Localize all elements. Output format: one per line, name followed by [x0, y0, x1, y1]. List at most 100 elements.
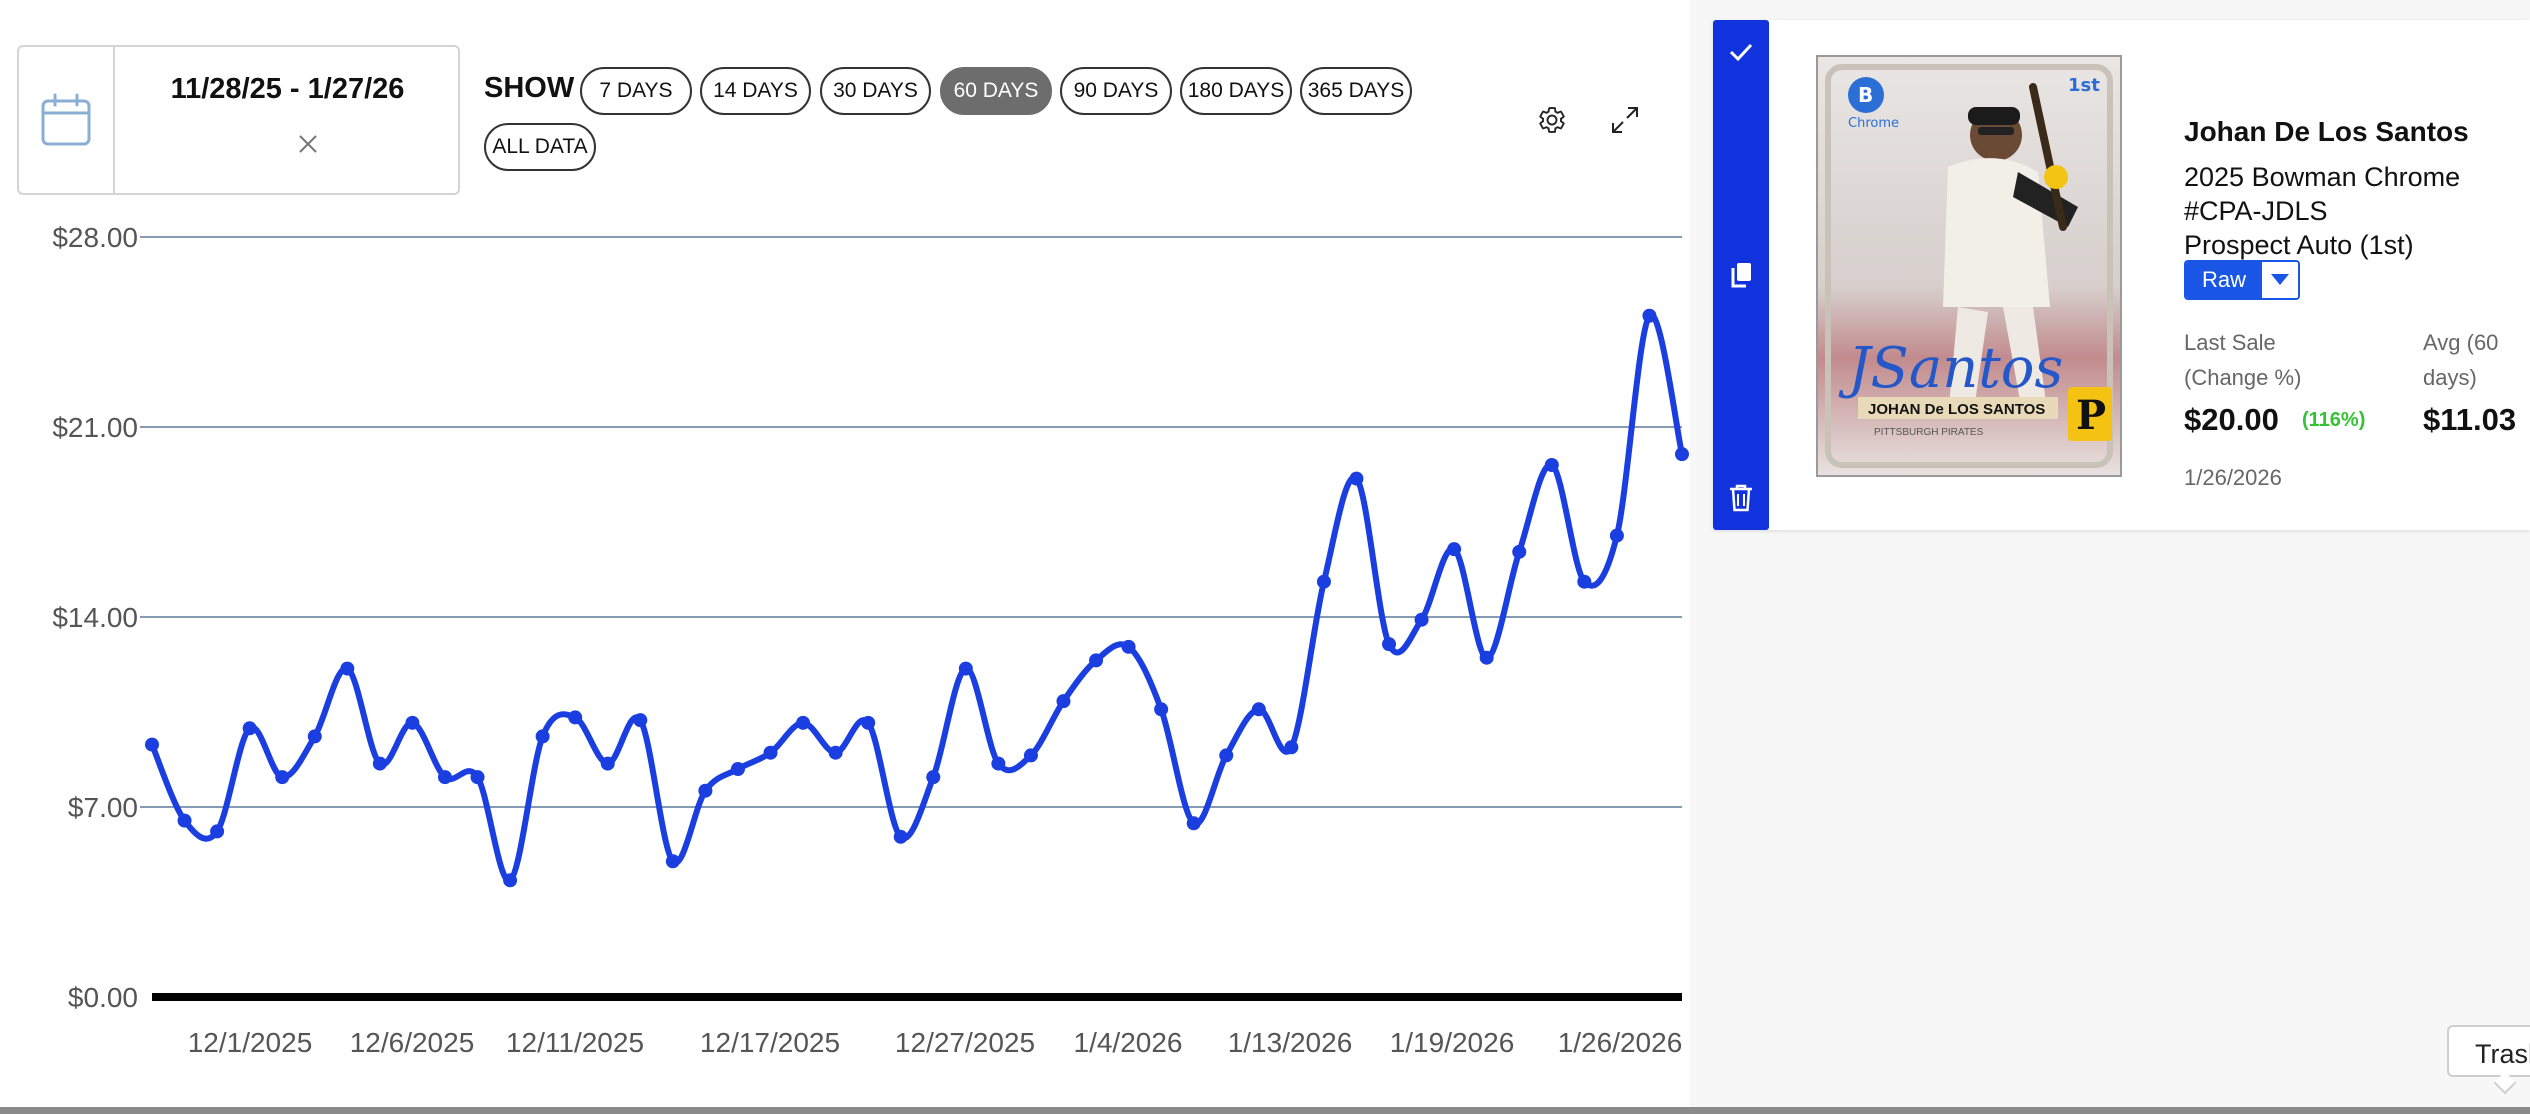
data-point[interactable]	[633, 713, 648, 728]
card-signature-text: JSantos	[1838, 336, 2063, 401]
data-point[interactable]	[1089, 653, 1104, 668]
data-point[interactable]	[796, 715, 811, 730]
condition-label[interactable]: Raw	[2186, 262, 2262, 298]
data-point[interactable]	[470, 770, 485, 785]
copy-icon[interactable]	[1721, 255, 1761, 295]
range-30-days-button[interactable]: 30 DAYS	[820, 67, 931, 115]
data-point[interactable]	[763, 745, 778, 760]
close-icon[interactable]	[291, 127, 325, 161]
x-tick-label: 12/11/2025	[506, 1027, 644, 1058]
range-all-data-button[interactable]: ALL DATA	[484, 123, 596, 171]
data-point[interactable]	[210, 824, 225, 839]
data-point[interactable]	[568, 710, 583, 725]
data-point[interactable]	[1251, 702, 1266, 717]
data-point[interactable]	[242, 721, 257, 736]
card-set-line1: 2025 Bowman Chrome	[2184, 162, 2461, 192]
y-tick-label: $14.00	[52, 602, 138, 633]
data-point[interactable]	[600, 756, 615, 771]
last-sale-change: (116%)	[2302, 409, 2366, 431]
x-tick-label: 12/1/2025	[188, 1027, 313, 1058]
data-point[interactable]	[828, 745, 843, 760]
data-point[interactable]	[861, 715, 876, 730]
date-range-text[interactable]: 11/28/25 - 1/27/26	[117, 73, 458, 106]
range-90-days-button[interactable]: 90 DAYS	[1060, 67, 1172, 115]
price-history-chart: $0.00$7.00$14.00$21.00$28.00 12/1/2025 12…	[52, 222, 1689, 1058]
data-point[interactable]	[1512, 544, 1527, 559]
condition-dropdown[interactable]: Raw	[2184, 260, 2300, 300]
data-point[interactable]	[1121, 639, 1136, 654]
data-point[interactable]	[535, 729, 550, 744]
data-point[interactable]	[1382, 637, 1397, 652]
data-point[interactable]	[1316, 574, 1331, 589]
card-set-line3: Prospect Auto (1st)	[2184, 230, 2414, 260]
avg-value: $11.03	[2423, 402, 2517, 437]
data-point[interactable]	[1414, 612, 1429, 627]
data-point[interactable]	[1219, 748, 1234, 763]
bottom-bar	[0, 1107, 2530, 1114]
chart-points	[145, 308, 1689, 888]
data-point[interactable]	[1577, 574, 1592, 589]
price-line	[149, 311, 1685, 884]
card-panel: B Chrome 1st JSantos JOHAN De LOS SANTOS…	[1690, 0, 2530, 1107]
show-label: SHOW	[484, 72, 575, 104]
range-14-days-button[interactable]: 14 DAYS	[700, 67, 811, 115]
card-nameplate-text: JOHAN De LOS SANTOS	[1868, 401, 2045, 418]
data-point[interactable]	[405, 715, 420, 730]
data-point[interactable]	[437, 770, 452, 785]
data-point[interactable]	[1609, 528, 1624, 543]
data-point[interactable]	[698, 783, 713, 798]
chart-panel: 11/28/25 - 1/27/26 SHOW 7 DAYS 14 DAYS 3…	[0, 0, 1690, 1107]
data-point[interactable]	[1349, 471, 1364, 486]
data-point[interactable]	[991, 756, 1006, 771]
check-icon[interactable]	[1721, 32, 1761, 72]
data-point[interactable]	[1479, 650, 1494, 665]
data-point[interactable]	[926, 770, 941, 785]
data-point[interactable]	[893, 829, 908, 844]
card-set-line2: #CPA-JDLS	[2184, 196, 2328, 226]
svg-text:P: P	[2076, 392, 2106, 439]
data-point[interactable]	[665, 854, 680, 869]
data-point[interactable]	[372, 756, 387, 771]
x-tick-label: 1/19/2026	[1390, 1027, 1515, 1058]
data-point[interactable]	[1056, 694, 1071, 709]
y-tick-label: $7.00	[68, 792, 138, 823]
data-point[interactable]	[1447, 542, 1462, 557]
card-player-name[interactable]: Johan De Los Santos	[2184, 116, 2469, 148]
data-point[interactable]	[1544, 458, 1559, 472]
data-point[interactable]	[958, 661, 973, 676]
data-point[interactable]	[1284, 740, 1299, 755]
data-point[interactable]	[145, 737, 159, 752]
card-brand-text: Chrome	[1848, 116, 1899, 131]
chevron-down-icon[interactable]	[2262, 262, 2298, 298]
card-image[interactable]: B Chrome 1st JSantos JOHAN De LOS SANTOS…	[1816, 55, 2122, 477]
range-365-days-button[interactable]: 365 DAYS	[1300, 67, 1412, 115]
range-7-days-button[interactable]: 7 DAYS	[580, 67, 692, 115]
expand-icon[interactable]	[1605, 100, 1645, 140]
data-point[interactable]	[1186, 816, 1201, 831]
data-point[interactable]	[275, 770, 290, 785]
date-range-picker[interactable]: 11/28/25 - 1/27/26	[17, 45, 460, 195]
x-tick-label: 1/4/2026	[1074, 1027, 1183, 1058]
trash-tooltip: Trash	[2447, 1025, 2530, 1077]
data-point[interactable]	[177, 813, 192, 828]
data-point[interactable]	[503, 873, 518, 888]
gear-icon[interactable]	[1532, 100, 1572, 140]
avg-label: Avg (60 days)	[2423, 330, 2499, 390]
data-point[interactable]	[1675, 447, 1689, 462]
last-sale-value: $20.00	[2184, 402, 2279, 437]
data-point[interactable]	[730, 762, 745, 776]
range-60-days-button[interactable]: 60 DAYS	[940, 67, 1052, 115]
data-point[interactable]	[1642, 308, 1657, 323]
card-first-text: 1st	[2068, 75, 2100, 96]
calendar-icon[interactable]	[19, 47, 115, 193]
data-point[interactable]	[340, 661, 355, 676]
trash-icon[interactable]	[1721, 478, 1761, 518]
data-point[interactable]	[307, 729, 322, 744]
card-team-text: PITTSBURGH PIRATES	[1874, 427, 1984, 438]
data-point[interactable]	[1154, 702, 1169, 717]
data-point[interactable]	[1023, 748, 1038, 763]
chart-gridlines	[140, 236, 1682, 1001]
range-180-days-button[interactable]: 180 DAYS	[1180, 67, 1292, 115]
app-root: 11/28/25 - 1/27/26 SHOW 7 DAYS 14 DAYS 3…	[0, 0, 2530, 1114]
card-row[interactable]: B Chrome 1st JSantos JOHAN De LOS SANTOS…	[1713, 20, 2530, 530]
